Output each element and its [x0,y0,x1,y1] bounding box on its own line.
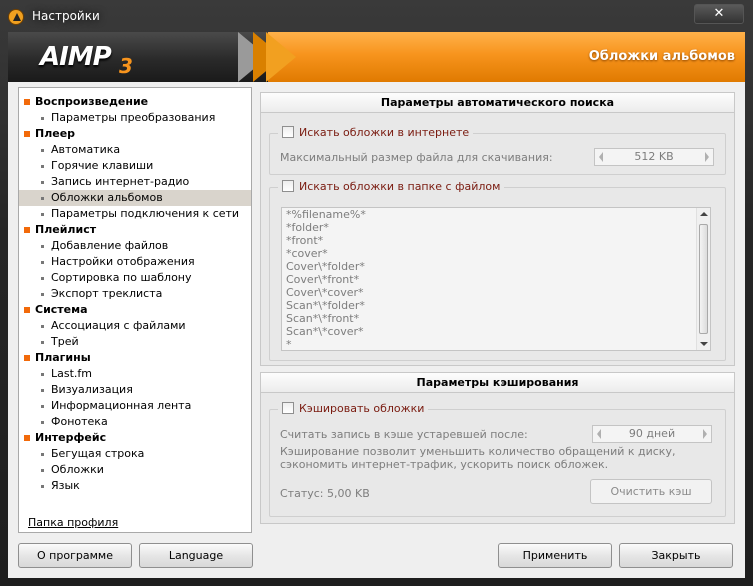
banner-chevron-icon [266,32,296,82]
language-button[interactable]: Language [139,543,253,568]
mask-line: Scan*\*folder* [286,299,365,312]
footer-bar: О программе Language Применить Закрыть [8,530,745,578]
aimp-logo: AIMP [40,42,112,72]
cache-status: Статус: 5,00 KB [280,487,370,500]
cache-expire-spinner[interactable]: 90 дней [592,425,712,443]
profile-folder-link[interactable]: Папка профиля [28,516,118,529]
cache-panel: Параметры кэширования Кэшировать обложки… [260,372,735,524]
internet-search-checkbox[interactable]: Искать обложки в интернете [278,126,474,140]
max-size-label: Максимальный размер файла для скачивания… [280,151,553,164]
tree-item-hotkeys[interactable]: Горячие клавиши [19,158,251,174]
cache-expire-value: 90 дней [628,427,676,440]
mask-line: * [286,338,292,351]
masks-scrollbar[interactable] [696,208,710,350]
close-button[interactable]: Закрыть [619,543,733,568]
cache-covers-checkbox[interactable]: Кэшировать обложки [278,402,429,416]
tree-item-language[interactable]: Язык [19,478,251,494]
tree-item-skins[interactable]: Обложки [19,462,251,478]
tree-category-plugins[interactable]: Плагины [19,350,251,366]
folder-search-label: Искать обложки в папке с файлом [299,180,501,193]
spin-right-icon[interactable] [703,429,707,439]
cover-masks-list[interactable]: *%filename%* *folder* *front* *cover* Co… [281,207,711,351]
tree-item-visualization[interactable]: Визуализация [19,382,251,398]
apply-button[interactable]: Применить [498,543,612,568]
aimp-app-icon [8,9,24,25]
spin-right-icon[interactable] [705,152,709,162]
about-button[interactable]: О программе [18,543,132,568]
scroll-thumb[interactable] [699,224,708,334]
tree-item-radio-recording[interactable]: Запись интернет-радио [19,174,251,190]
folder-search-checkbox[interactable]: Искать обложки в папке с файлом [278,180,505,194]
checkbox-icon[interactable] [282,126,294,138]
cache-description: Кэширование позволит уменьшить количеств… [280,445,676,471]
internet-search-label: Искать обложки в интернете [299,126,470,139]
mask-line: Cover\*folder* [286,260,365,273]
tree-item-template-sort[interactable]: Сортировка по шаблону [19,270,251,286]
mask-line: *folder* [286,221,329,234]
tree-item-file-association[interactable]: Ассоциация с файлами [19,318,251,334]
cache-expire-label: Считать запись в кэше устаревшей после: [280,428,528,441]
internet-search-group: Искать обложки в интернете Максимальный … [269,126,726,175]
title-bar[interactable]: Настройки ✕ [0,0,753,32]
cache-group: Кэшировать обложки Считать запись в кэше… [269,402,726,517]
aimp-banner: AIMP 3 Обложки альбомов [8,32,745,82]
close-icon: ✕ [713,6,725,21]
cache-header: Параметры кэширования [261,373,734,393]
spin-left-icon[interactable] [599,152,603,162]
checkbox-icon[interactable] [282,402,294,414]
mask-line: *front* [286,234,324,247]
tree-category-system[interactable]: Система [19,302,251,318]
window-close-button[interactable]: ✕ [694,4,744,24]
auto-search-panel: Параметры автоматического поиска Искать … [260,92,735,366]
tree-category-playlist[interactable]: Плейлист [19,222,251,238]
tree-item-lastfm[interactable]: Last.fm [19,366,251,382]
tree-item-conversion[interactable]: Параметры преобразования [19,110,251,126]
tree-item-info-feed[interactable]: Информационная лента [19,398,251,414]
scroll-down-icon[interactable] [700,342,708,346]
clear-cache-button[interactable]: Очистить кэш [590,479,712,504]
mask-line: *cover* [286,247,328,260]
tree-item-network[interactable]: Параметры подключения к сети [19,206,251,222]
mask-line: Cover\*cover* [286,286,364,299]
tree-item-ticker[interactable]: Бегущая строка [19,446,251,462]
mask-line: Cover\*front* [286,273,360,286]
section-title: Обложки альбомов [588,49,735,64]
max-size-value: 512 KB [634,150,674,163]
tree-item-export-tracklist[interactable]: Экспорт треклиста [19,286,251,302]
window-title: Настройки [32,9,100,23]
scroll-up-icon[interactable] [700,212,708,216]
mask-line: Scan*\*cover* [286,325,364,338]
max-size-spinner[interactable]: 512 KB [594,148,714,166]
checkbox-icon[interactable] [282,180,294,192]
cache-covers-label: Кэшировать обложки [299,402,425,415]
tree-category-playback[interactable]: Воспроизведение [19,94,251,110]
tree-item-automation[interactable]: Автоматика [19,142,251,158]
window-frame: Настройки ✕ AIMP 3 Обложки альбомов Восп… [0,0,753,586]
tree-category-interface[interactable]: Интерфейс [19,430,251,446]
tree-item-tray[interactable]: Трей [19,334,251,350]
tree-item-add-files[interactable]: Добавление файлов [19,238,251,254]
tree-category-player[interactable]: Плеер [19,126,251,142]
tree-item-library[interactable]: Фонотека [19,414,251,430]
tree-item-album-covers[interactable]: Обложки альбомов [19,190,251,206]
tree-item-display-settings[interactable]: Настройки отображения [19,254,251,270]
aimp-logo-version: 3 [119,54,133,78]
auto-search-header: Параметры автоматического поиска [261,93,734,113]
spin-left-icon[interactable] [597,429,601,439]
settings-client-area: AIMP 3 Обложки альбомов Воспроизведение … [8,32,745,578]
mask-line: Scan*\*front* [286,312,360,325]
mask-line: *%filename%* [286,208,366,221]
settings-tree[interactable]: Воспроизведение Параметры преобразования… [18,87,252,533]
